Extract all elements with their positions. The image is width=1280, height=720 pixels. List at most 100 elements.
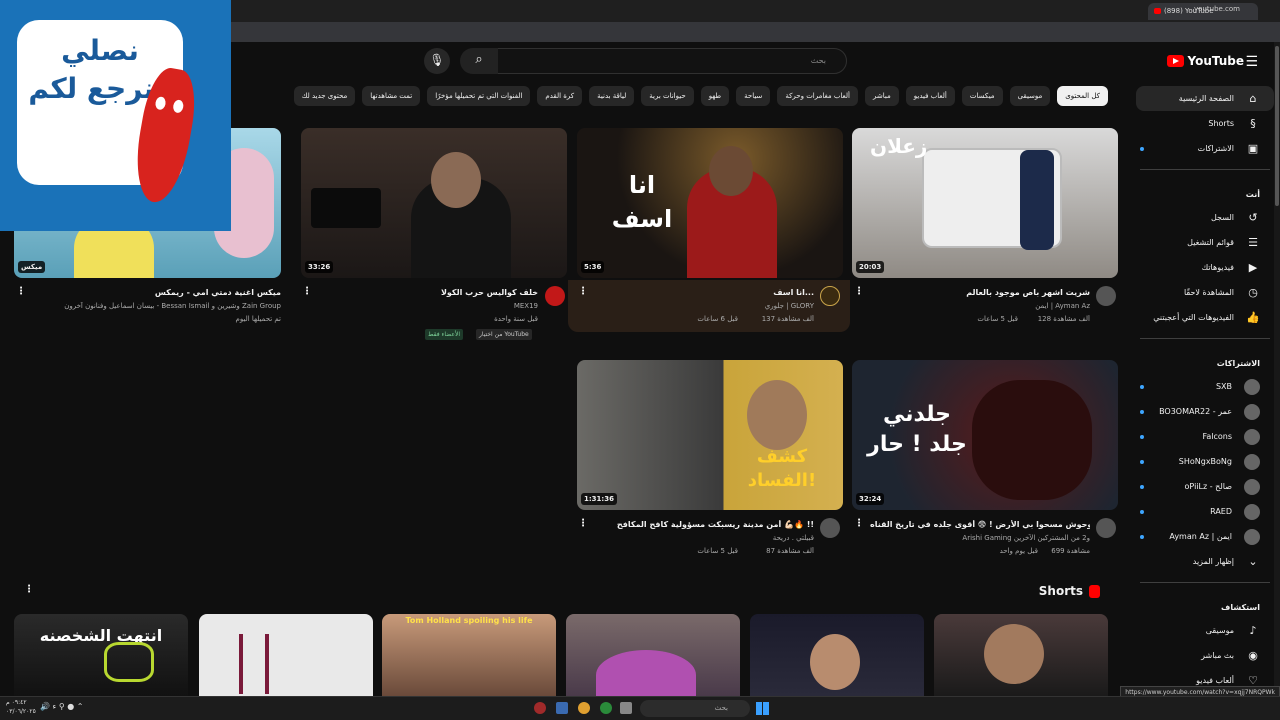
scrollbar[interactable] [1274,42,1280,696]
filter-chip[interactable]: ميكسات [961,86,1003,106]
short-thumbnail[interactable] [750,614,924,696]
filter-chip[interactable]: ألعاب مغامرات وحركة [777,86,859,106]
short-thumbnail[interactable] [934,614,1108,696]
search-input[interactable]: بحث [497,48,847,74]
channel-avatar [1244,428,1260,445]
more-actions-icon[interactable]: ⋮ [302,286,312,297]
channel-name[interactable]: Arishi Gaming و2 من المشتركين الآخرين [870,534,1090,542]
picked-by-youtube-badge: من اختيار YouTube [476,329,532,340]
windows-start-icon[interactable] [756,702,769,715]
short-thumbnail[interactable]: Tom Holland spoiling his life [382,614,556,696]
channel-name[interactable]: جلوري | GLORY [600,302,814,310]
sidebar-section-heading[interactable]: الاشتراكات [1130,347,1280,374]
more-actions-icon[interactable]: ⋮ [854,286,864,297]
taskbar-app-icon[interactable] [534,702,546,714]
short-thumbnail[interactable] [566,614,740,696]
clock-date[interactable]: ٠٣/٠٦/٢٠٢٥ [6,708,36,715]
video-thumbnail[interactable]: انا اسف 5:36 [577,128,843,278]
video-title[interactable]: ارك الوحوش مسحوا بي الأرض ! 😨 أقوى جلده … [870,520,1090,529]
sidebar-item[interactable]: Falcons [1130,424,1280,449]
video-thumbnail[interactable]: 33:26 [301,128,567,278]
music-icon: ♪ [1249,624,1257,637]
video-title[interactable]: انا اسف... [600,288,814,297]
channel-name[interactable]: ايمن | Ayman Az [870,302,1090,310]
channel-avatar[interactable] [820,518,840,538]
sidebar-item[interactable]: § Shorts [1130,111,1280,136]
filter-chip[interactable]: ألعاب فيديو [905,86,955,106]
more-actions-icon[interactable]: ⋮ [854,518,864,529]
channel-name[interactable]: قبيلتي . دريحة [600,534,814,542]
filter-chip[interactable]: سياحة [736,86,771,106]
sidebar-item[interactable]: RAED [1130,499,1280,524]
filter-chip[interactable]: مباشر [865,86,899,106]
search-icon: ⌕ [475,52,483,67]
sidebar-item[interactable]: 👍 الفيديوهات التي أعجبتني [1130,305,1280,330]
sidebar-item[interactable]: ↺ السجل [1130,205,1280,230]
video-age: قبل 6 ساعات [697,315,738,323]
channel-name[interactable]: MEX19 [320,302,538,310]
channel-avatar[interactable] [1096,286,1116,306]
video-title[interactable]: شريت اشهر باص موجود بالعالم [870,288,1090,297]
logo-text: YouTube [1187,54,1244,68]
youtube-logo[interactable]: YouTube [1167,54,1244,68]
channel-avatar[interactable] [820,286,840,306]
sidebar-item[interactable]: ▶ فيديوهاتك [1130,255,1280,280]
more-actions-icon[interactable]: ⋮ [16,286,26,297]
sidebar-item[interactable]: ▣ الاشتراكات [1130,136,1280,161]
search-button[interactable]: ⌕ [460,48,498,74]
clock-time[interactable]: ٠٩:٤٢ م [6,699,27,706]
short-thumbnail[interactable]: انتهت الشخصنه [14,614,188,696]
video-title[interactable]: أمن مدينة ريسبكت مسؤولية كافح المكافح 💪🏻… [600,520,814,529]
sidebar-item[interactable]: ⌂ الصفحة الرئيسية [1136,86,1274,111]
new-content-dot [1140,384,1144,389]
taskbar-app-icon[interactable] [556,702,568,714]
video-title[interactable]: خلف كواليس حرب الكولا [320,288,538,297]
sidebar-section-heading[interactable]: أنت [1130,178,1280,205]
filter-chip[interactable]: طهو [700,86,730,106]
shorts-more-icon[interactable]: ⋮ [24,584,34,595]
sidebar-item[interactable]: ◉ بث مباشر [1130,643,1280,668]
filter-chip[interactable]: لياقة بدنية [589,86,635,106]
short-thumbnail[interactable] [199,614,373,696]
video-title[interactable]: ميكس اغنية دمتي امي - ريمكس [40,288,281,297]
sidebar-item-label: Ayman Az | ايمن [1169,532,1232,541]
taskbar-search[interactable]: بحث [640,700,750,717]
menu-icon[interactable]: ☰ [1245,54,1258,70]
video-thumbnail[interactable]: كشف الفساد! 1:31:36 [577,360,843,510]
sidebar-item[interactable]: SXB [1130,374,1280,399]
channel-avatar[interactable] [1096,518,1116,538]
voice-search-button[interactable]: 🎙 [424,48,450,74]
sidebar-item[interactable]: ☰ قوائم التشغيل [1130,230,1280,255]
taskbar-app-icon[interactable] [578,702,590,714]
sidebar-item[interactable]: ◷ المشاهدة لاحقًا [1130,280,1280,305]
filter-chip[interactable]: كل المحتوى [1057,86,1108,106]
sidebar-item[interactable]: oPiiLz - صالح [1130,474,1280,499]
video-thumbnail[interactable]: زعلان 20:03 [852,128,1118,278]
filter-chip[interactable]: تمت مشاهدتها [362,86,421,106]
system-tray-icons[interactable]: 🔊 ء ⚲ ● ⌃ [40,702,83,711]
filter-chip[interactable]: محتوى جديد لك [293,86,356,106]
filter-chip[interactable]: موسيقى [1009,86,1051,106]
sidebar-item[interactable]: Ayman Az | ايمن [1130,524,1280,549]
filter-chip[interactable]: حيوانات برية [641,86,694,106]
sidebar-item-label: السجل [1210,213,1234,222]
channel-avatar[interactable] [545,286,565,306]
new-content-dot [1140,484,1144,489]
show-more-button[interactable]: ⌄ إظهار المزيد [1130,549,1280,574]
new-content-dot [1140,434,1144,439]
sidebar-section-heading[interactable]: استكشاف [1130,591,1280,618]
more-actions-icon[interactable]: ⋮ [578,518,588,529]
sidebar-item[interactable]: BO3OMAR22 - عمر [1130,399,1280,424]
filter-chip[interactable]: كرة القدم [537,86,583,106]
channel-avatar [1244,528,1260,545]
filter-chip[interactable]: الفنوات التي تم تحميلها مؤخرًا [427,86,531,106]
sidebar-item-label: الصفحة الرئيسية [1178,94,1234,103]
taskbar-app-icon[interactable] [620,702,632,714]
sidebar-item[interactable]: SHoNgxBoNg [1130,449,1280,474]
channel-name[interactable]: بيسان اسماعيل وفنانون آخرون - Bessan Ism… [40,302,281,310]
sidebar-item[interactable]: ♪ موسيقى [1130,618,1280,643]
video-thumbnail[interactable]: جلدني جلد ! حار 32:24 [852,360,1118,510]
sidebar-item-label: الفيديوهات التي أعجبتني [1153,313,1234,322]
taskbar-app-icon[interactable] [600,702,612,714]
more-actions-icon[interactable]: ⋮ [578,286,588,297]
